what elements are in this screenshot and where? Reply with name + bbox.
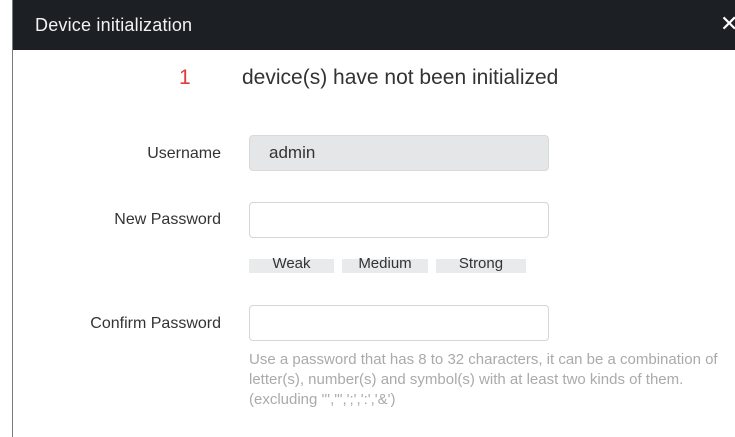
confirm-password-label: Confirm Password [90,315,221,332]
password-hint: Use a password that has 8 to 32 characte… [249,351,718,408]
strength-weak-label: Weak [272,255,311,272]
strength-weak: Weak [249,255,334,273]
initialization-status: 1 device(s) have not been initialized [13,66,735,96]
strength-strong: Strong [436,255,526,273]
username-field[interactable]: admin [249,135,549,171]
strength-strong-label: Strong [458,255,504,272]
close-icon[interactable]: ✕ [720,13,735,35]
strength-medium: Medium [342,255,428,273]
device-initialization-dialog: Device initialization ✕ 1 device(s) have… [12,0,735,437]
new-password-field[interactable] [249,202,549,238]
uninitialized-device-count: 1 [179,66,191,89]
status-message: device(s) have not been initialized [242,66,559,89]
strength-medium-label: Medium [358,255,412,272]
confirm-password-field[interactable] [249,305,549,341]
new-password-label: New Password [114,211,221,228]
dialog-title: Device initialization [35,15,193,35]
username-label: Username [147,145,221,162]
dialog-titlebar: Device initialization ✕ [13,0,735,50]
